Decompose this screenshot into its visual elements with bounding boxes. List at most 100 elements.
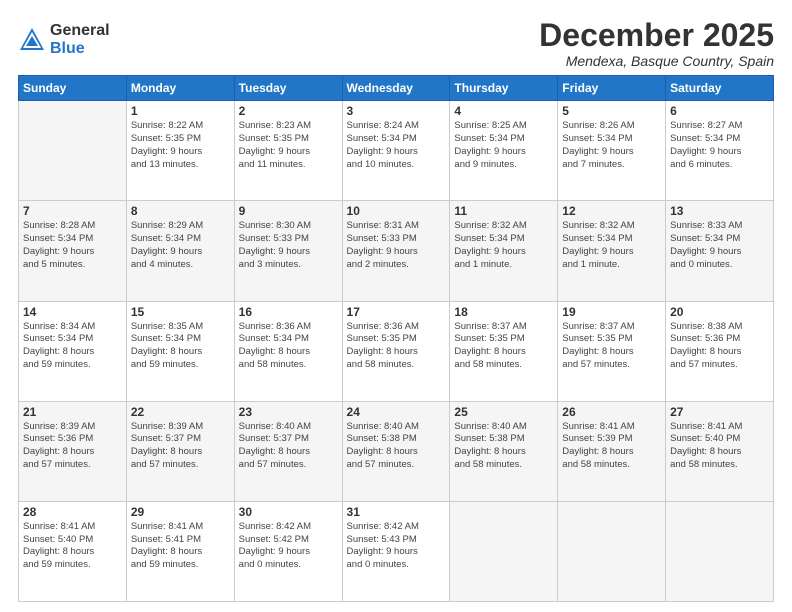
- day-number: 9: [239, 204, 338, 218]
- table-row: 10 Sunrise: 8:31 AMSunset: 5:33 PMDayligh…: [342, 201, 450, 301]
- day-number: 22: [131, 405, 230, 419]
- day-info: Sunrise: 8:28 AMSunset: 5:34 PMDaylight:…: [23, 220, 122, 271]
- header: General Blue December 2025 Mendexa, Basq…: [18, 18, 774, 69]
- table-row: [666, 501, 774, 601]
- day-number: 15: [131, 305, 230, 319]
- table-row: 2 Sunrise: 8:23 AMSunset: 5:35 PMDaylight…: [234, 101, 342, 201]
- logo-text: General Blue: [50, 22, 110, 57]
- day-number: 29: [131, 505, 230, 519]
- table-row: 31Sunrise: 8:42 AMSunset: 5:43 PMDayligh…: [342, 501, 450, 601]
- table-row: 24 Sunrise: 8:40 AMSunset: 5:38 PMDayligh…: [342, 401, 450, 501]
- day-number: 14: [23, 305, 122, 319]
- table-row: 29 Sunrise: 8:41 AMSunset: 5:41 PMDayligh…: [126, 501, 234, 601]
- day-info: Sunrise: 8:34 AMSunset: 5:34 PMDaylight:…: [23, 321, 122, 372]
- table-row: 20 Sunrise: 8:38 AMSunset: 5:36 PMDayligh…: [666, 301, 774, 401]
- table-row: 7 Sunrise: 8:28 AMSunset: 5:34 PMDaylight…: [19, 201, 127, 301]
- table-row: 3Sunrise: 8:24 AMSunset: 5:34 PMDaylight…: [342, 101, 450, 201]
- table-row: 1Sunrise: 8:22 AMSunset: 5:35 PMDaylight…: [126, 101, 234, 201]
- day-number: 1: [131, 104, 230, 118]
- day-number: 10: [347, 204, 446, 218]
- header-tuesday: Tuesday: [234, 76, 342, 101]
- day-number: 28: [23, 505, 122, 519]
- table-row: 25 Sunrise: 8:40 AMSunset: 5:38 PMDayligh…: [450, 401, 558, 501]
- day-info: Sunrise: 8:41 AMSunset: 5:40 PMDaylight:…: [23, 521, 122, 572]
- day-info: Sunrise: 8:41 AMSunset: 5:39 PMDaylight:…: [562, 421, 661, 472]
- table-row: 12 Sunrise: 8:32 AMSunset: 5:34 PMDayligh…: [558, 201, 666, 301]
- calendar-table: Sunday Monday Tuesday Wednesday Thursday…: [18, 75, 774, 602]
- table-row: [19, 101, 127, 201]
- table-row: [558, 501, 666, 601]
- header-thursday: Thursday: [450, 76, 558, 101]
- table-row: [450, 501, 558, 601]
- table-row: 26Sunrise: 8:41 AMSunset: 5:39 PMDayligh…: [558, 401, 666, 501]
- day-number: 13: [670, 204, 769, 218]
- day-info: Sunrise: 8:41 AMSunset: 5:40 PMDaylight:…: [670, 421, 769, 472]
- title-block: December 2025 Mendexa, Basque Country, S…: [539, 18, 774, 69]
- table-row: 14 Sunrise: 8:34 AMSunset: 5:34 PMDayligh…: [19, 301, 127, 401]
- header-monday: Monday: [126, 76, 234, 101]
- day-info: Sunrise: 8:25 AMSunset: 5:34 PMDaylight:…: [454, 120, 553, 171]
- day-number: 4: [454, 104, 553, 118]
- weekday-header-row: Sunday Monday Tuesday Wednesday Thursday…: [19, 76, 774, 101]
- table-row: 15 Sunrise: 8:35 AMSunset: 5:34 PMDayligh…: [126, 301, 234, 401]
- day-info: Sunrise: 8:36 AMSunset: 5:35 PMDaylight:…: [347, 321, 446, 372]
- header-friday: Friday: [558, 76, 666, 101]
- day-info: Sunrise: 8:36 AMSunset: 5:34 PMDaylight:…: [239, 321, 338, 372]
- table-row: 5 Sunrise: 8:26 AMSunset: 5:34 PMDaylight…: [558, 101, 666, 201]
- day-number: 8: [131, 204, 230, 218]
- day-number: 11: [454, 204, 553, 218]
- day-info: Sunrise: 8:37 AMSunset: 5:35 PMDaylight:…: [562, 321, 661, 372]
- day-number: 27: [670, 405, 769, 419]
- day-info: Sunrise: 8:32 AMSunset: 5:34 PMDaylight:…: [454, 220, 553, 271]
- table-row: 27 Sunrise: 8:41 AMSunset: 5:40 PMDayligh…: [666, 401, 774, 501]
- day-number: 12: [562, 204, 661, 218]
- table-row: 18Sunrise: 8:37 AMSunset: 5:35 PMDayligh…: [450, 301, 558, 401]
- day-info: Sunrise: 8:42 AMSunset: 5:43 PMDaylight:…: [347, 521, 446, 572]
- day-number: 5: [562, 104, 661, 118]
- day-number: 23: [239, 405, 338, 419]
- day-info: Sunrise: 8:40 AMSunset: 5:37 PMDaylight:…: [239, 421, 338, 472]
- day-info: Sunrise: 8:35 AMSunset: 5:34 PMDaylight:…: [131, 321, 230, 372]
- calendar-week-row: 21Sunrise: 8:39 AMSunset: 5:36 PMDayligh…: [19, 401, 774, 501]
- day-info: Sunrise: 8:27 AMSunset: 5:34 PMDaylight:…: [670, 120, 769, 171]
- calendar-week-row: 7 Sunrise: 8:28 AMSunset: 5:34 PMDaylight…: [19, 201, 774, 301]
- table-row: 8 Sunrise: 8:29 AMSunset: 5:34 PMDaylight…: [126, 201, 234, 301]
- calendar-week-row: 1Sunrise: 8:22 AMSunset: 5:35 PMDaylight…: [19, 101, 774, 201]
- day-info: Sunrise: 8:30 AMSunset: 5:33 PMDaylight:…: [239, 220, 338, 271]
- day-number: 18: [454, 305, 553, 319]
- day-info: Sunrise: 8:40 AMSunset: 5:38 PMDaylight:…: [347, 421, 446, 472]
- day-info: Sunrise: 8:41 AMSunset: 5:41 PMDaylight:…: [131, 521, 230, 572]
- day-info: Sunrise: 8:39 AMSunset: 5:37 PMDaylight:…: [131, 421, 230, 472]
- day-number: 2: [239, 104, 338, 118]
- table-row: 9 Sunrise: 8:30 AMSunset: 5:33 PMDaylight…: [234, 201, 342, 301]
- table-row: 28 Sunrise: 8:41 AMSunset: 5:40 PMDayligh…: [19, 501, 127, 601]
- month-title: December 2025: [539, 18, 774, 53]
- day-info: Sunrise: 8:29 AMSunset: 5:34 PMDaylight:…: [131, 220, 230, 271]
- calendar-week-row: 14 Sunrise: 8:34 AMSunset: 5:34 PMDayligh…: [19, 301, 774, 401]
- table-row: 21Sunrise: 8:39 AMSunset: 5:36 PMDayligh…: [19, 401, 127, 501]
- day-number: 24: [347, 405, 446, 419]
- day-info: Sunrise: 8:24 AMSunset: 5:34 PMDaylight:…: [347, 120, 446, 171]
- table-row: 6Sunrise: 8:27 AMSunset: 5:34 PMDaylight…: [666, 101, 774, 201]
- header-wednesday: Wednesday: [342, 76, 450, 101]
- table-row: 17Sunrise: 8:36 AMSunset: 5:35 PMDayligh…: [342, 301, 450, 401]
- day-number: 19: [562, 305, 661, 319]
- day-number: 20: [670, 305, 769, 319]
- table-row: 11 Sunrise: 8:32 AMSunset: 5:34 PMDayligh…: [450, 201, 558, 301]
- logo-blue-text: Blue: [50, 40, 110, 58]
- day-info: Sunrise: 8:23 AMSunset: 5:35 PMDaylight:…: [239, 120, 338, 171]
- day-info: Sunrise: 8:31 AMSunset: 5:33 PMDaylight:…: [347, 220, 446, 271]
- location: Mendexa, Basque Country, Spain: [539, 53, 774, 69]
- header-saturday: Saturday: [666, 76, 774, 101]
- day-number: 7: [23, 204, 122, 218]
- day-number: 21: [23, 405, 122, 419]
- day-info: Sunrise: 8:38 AMSunset: 5:36 PMDaylight:…: [670, 321, 769, 372]
- day-info: Sunrise: 8:26 AMSunset: 5:34 PMDaylight:…: [562, 120, 661, 171]
- table-row: 22 Sunrise: 8:39 AMSunset: 5:37 PMDayligh…: [126, 401, 234, 501]
- table-row: 4 Sunrise: 8:25 AMSunset: 5:34 PMDaylight…: [450, 101, 558, 201]
- day-info: Sunrise: 8:32 AMSunset: 5:34 PMDaylight:…: [562, 220, 661, 271]
- day-info: Sunrise: 8:40 AMSunset: 5:38 PMDaylight:…: [454, 421, 553, 472]
- day-number: 25: [454, 405, 553, 419]
- table-row: 16Sunrise: 8:36 AMSunset: 5:34 PMDayligh…: [234, 301, 342, 401]
- day-info: Sunrise: 8:33 AMSunset: 5:34 PMDaylight:…: [670, 220, 769, 271]
